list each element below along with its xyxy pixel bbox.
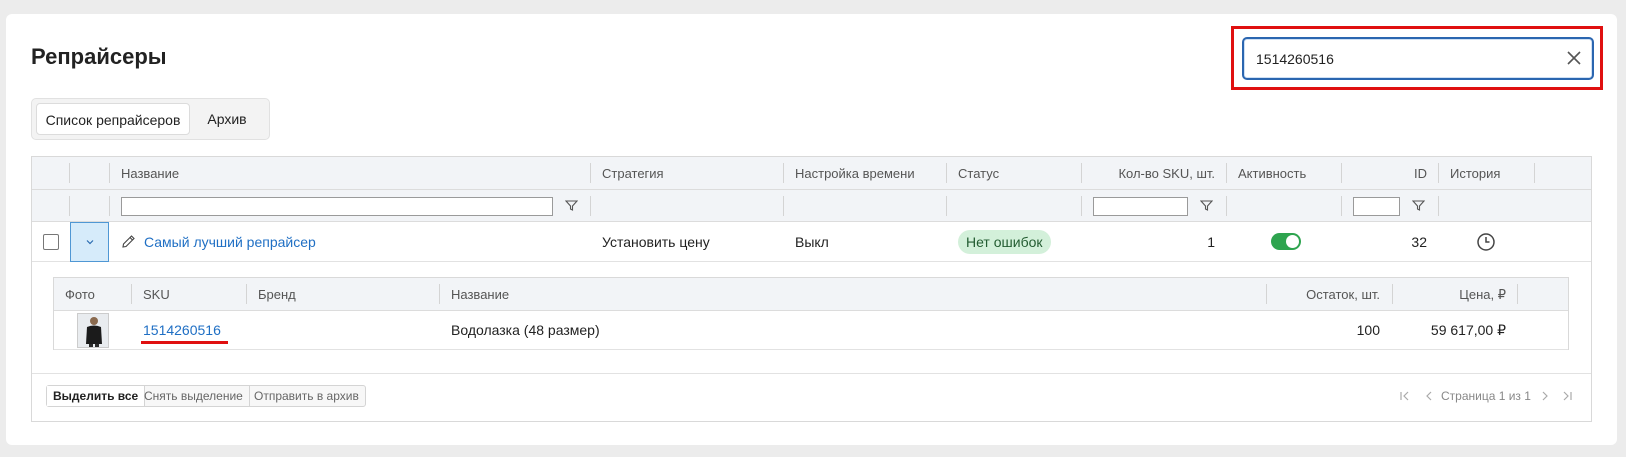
page-info: Страница 1 из 1 (1441, 389, 1531, 403)
col-photo-header: Фото (65, 287, 95, 302)
next-page-icon[interactable] (1539, 390, 1551, 402)
activity-toggle[interactable] (1271, 233, 1301, 250)
name-filter-input[interactable] (121, 197, 553, 216)
id-filter-input[interactable] (1353, 197, 1400, 216)
clock-icon[interactable] (1476, 232, 1496, 252)
deselect-button[interactable]: Снять выделение (138, 386, 250, 406)
search-input[interactable] (1256, 39, 1556, 78)
time-setting-cell: Выкл (795, 234, 829, 250)
repricer-name-link[interactable]: Самый лучший репрайсер (144, 222, 316, 262)
product-photo[interactable] (77, 313, 109, 348)
col-id-header[interactable]: ID (1353, 157, 1427, 190)
product-name-cell: Водолазка (48 размер) (451, 322, 600, 338)
col-name-header[interactable]: Название (121, 157, 179, 190)
col-history-header[interactable]: История (1450, 157, 1500, 190)
filter-icon[interactable] (1412, 199, 1425, 212)
filter-row (32, 190, 1591, 222)
chevron-down-icon (86, 240, 94, 245)
col-sku-header[interactable]: SKU (143, 278, 170, 311)
repricers-table: Название Стратегия Настройка времени Ста… (31, 156, 1592, 422)
detail-panel: Фото SKU Бренд Название Остаток, шт. Цен… (32, 263, 1591, 374)
col-product-name-header[interactable]: Название (451, 278, 509, 311)
last-page-icon[interactable] (1561, 390, 1573, 402)
sku-highlight-underline (141, 341, 228, 344)
archive-button[interactable]: Отправить в архив (248, 386, 365, 406)
table-footer: Выделить все Снять выделение Отправить в… (32, 375, 1591, 422)
col-strategy-header[interactable]: Стратегия (602, 157, 664, 190)
col-activity-header[interactable]: Активность (1238, 157, 1306, 190)
select-all-button[interactable]: Выделить все (47, 386, 146, 406)
stock-cell: 100 (1356, 322, 1380, 338)
filter-icon[interactable] (1200, 199, 1213, 212)
sku-table-header: Фото SKU Бренд Название Остаток, шт. Цен… (54, 278, 1568, 311)
sku-count-filter-input[interactable] (1093, 197, 1188, 216)
col-brand-header[interactable]: Бренд (258, 278, 296, 311)
col-status-header[interactable]: Статус (958, 157, 999, 190)
row-expander[interactable] (70, 222, 109, 262)
sku-table: Фото SKU Бренд Название Остаток, шт. Цен… (53, 277, 1569, 350)
col-price-header[interactable]: Цена, ₽ (1404, 278, 1506, 311)
col-stock-header[interactable]: Остаток, шт. (1278, 278, 1380, 311)
price-cell: 59 617,00 ₽ (1430, 322, 1506, 338)
tab-archive[interactable]: Архив (194, 103, 260, 135)
sku-row[interactable]: 1514260516 Водолазка (48 размер) 100 59 … (54, 311, 1568, 350)
filter-icon[interactable] (565, 199, 578, 212)
col-time-header[interactable]: Настройка времени (795, 157, 915, 190)
sku-count-cell: 1 (1207, 234, 1215, 250)
product-image (78, 314, 108, 347)
tab-repricer-list[interactable]: Список репрайсеров (36, 103, 190, 135)
bulk-actions: Выделить все Снять выделение Отправить в… (46, 385, 366, 407)
table-header: Название Стратегия Настройка времени Ста… (32, 157, 1591, 190)
close-icon[interactable] (1566, 50, 1582, 66)
sku-link[interactable]: 1514260516 (143, 311, 221, 350)
pagination: Страница 1 из 1 (1399, 385, 1575, 407)
col-sku-count-header[interactable]: Кол-во SKU, шт. (1093, 157, 1215, 190)
table-row[interactable]: Самый лучший репрайсер Установить цену В… (32, 222, 1591, 262)
tab-bar: Список репрайсеров Архив (31, 98, 270, 140)
prev-page-icon[interactable] (1423, 390, 1435, 402)
first-page-icon[interactable] (1399, 390, 1411, 402)
strategy-cell: Установить цену (602, 234, 710, 250)
pencil-icon[interactable] (121, 234, 136, 249)
search-field[interactable] (1242, 37, 1594, 80)
id-cell: 32 (1411, 234, 1427, 250)
row-checkbox[interactable] (43, 234, 59, 250)
status-badge: Нет ошибок (958, 230, 1051, 254)
page-title: Репрайсеры (31, 44, 167, 69)
